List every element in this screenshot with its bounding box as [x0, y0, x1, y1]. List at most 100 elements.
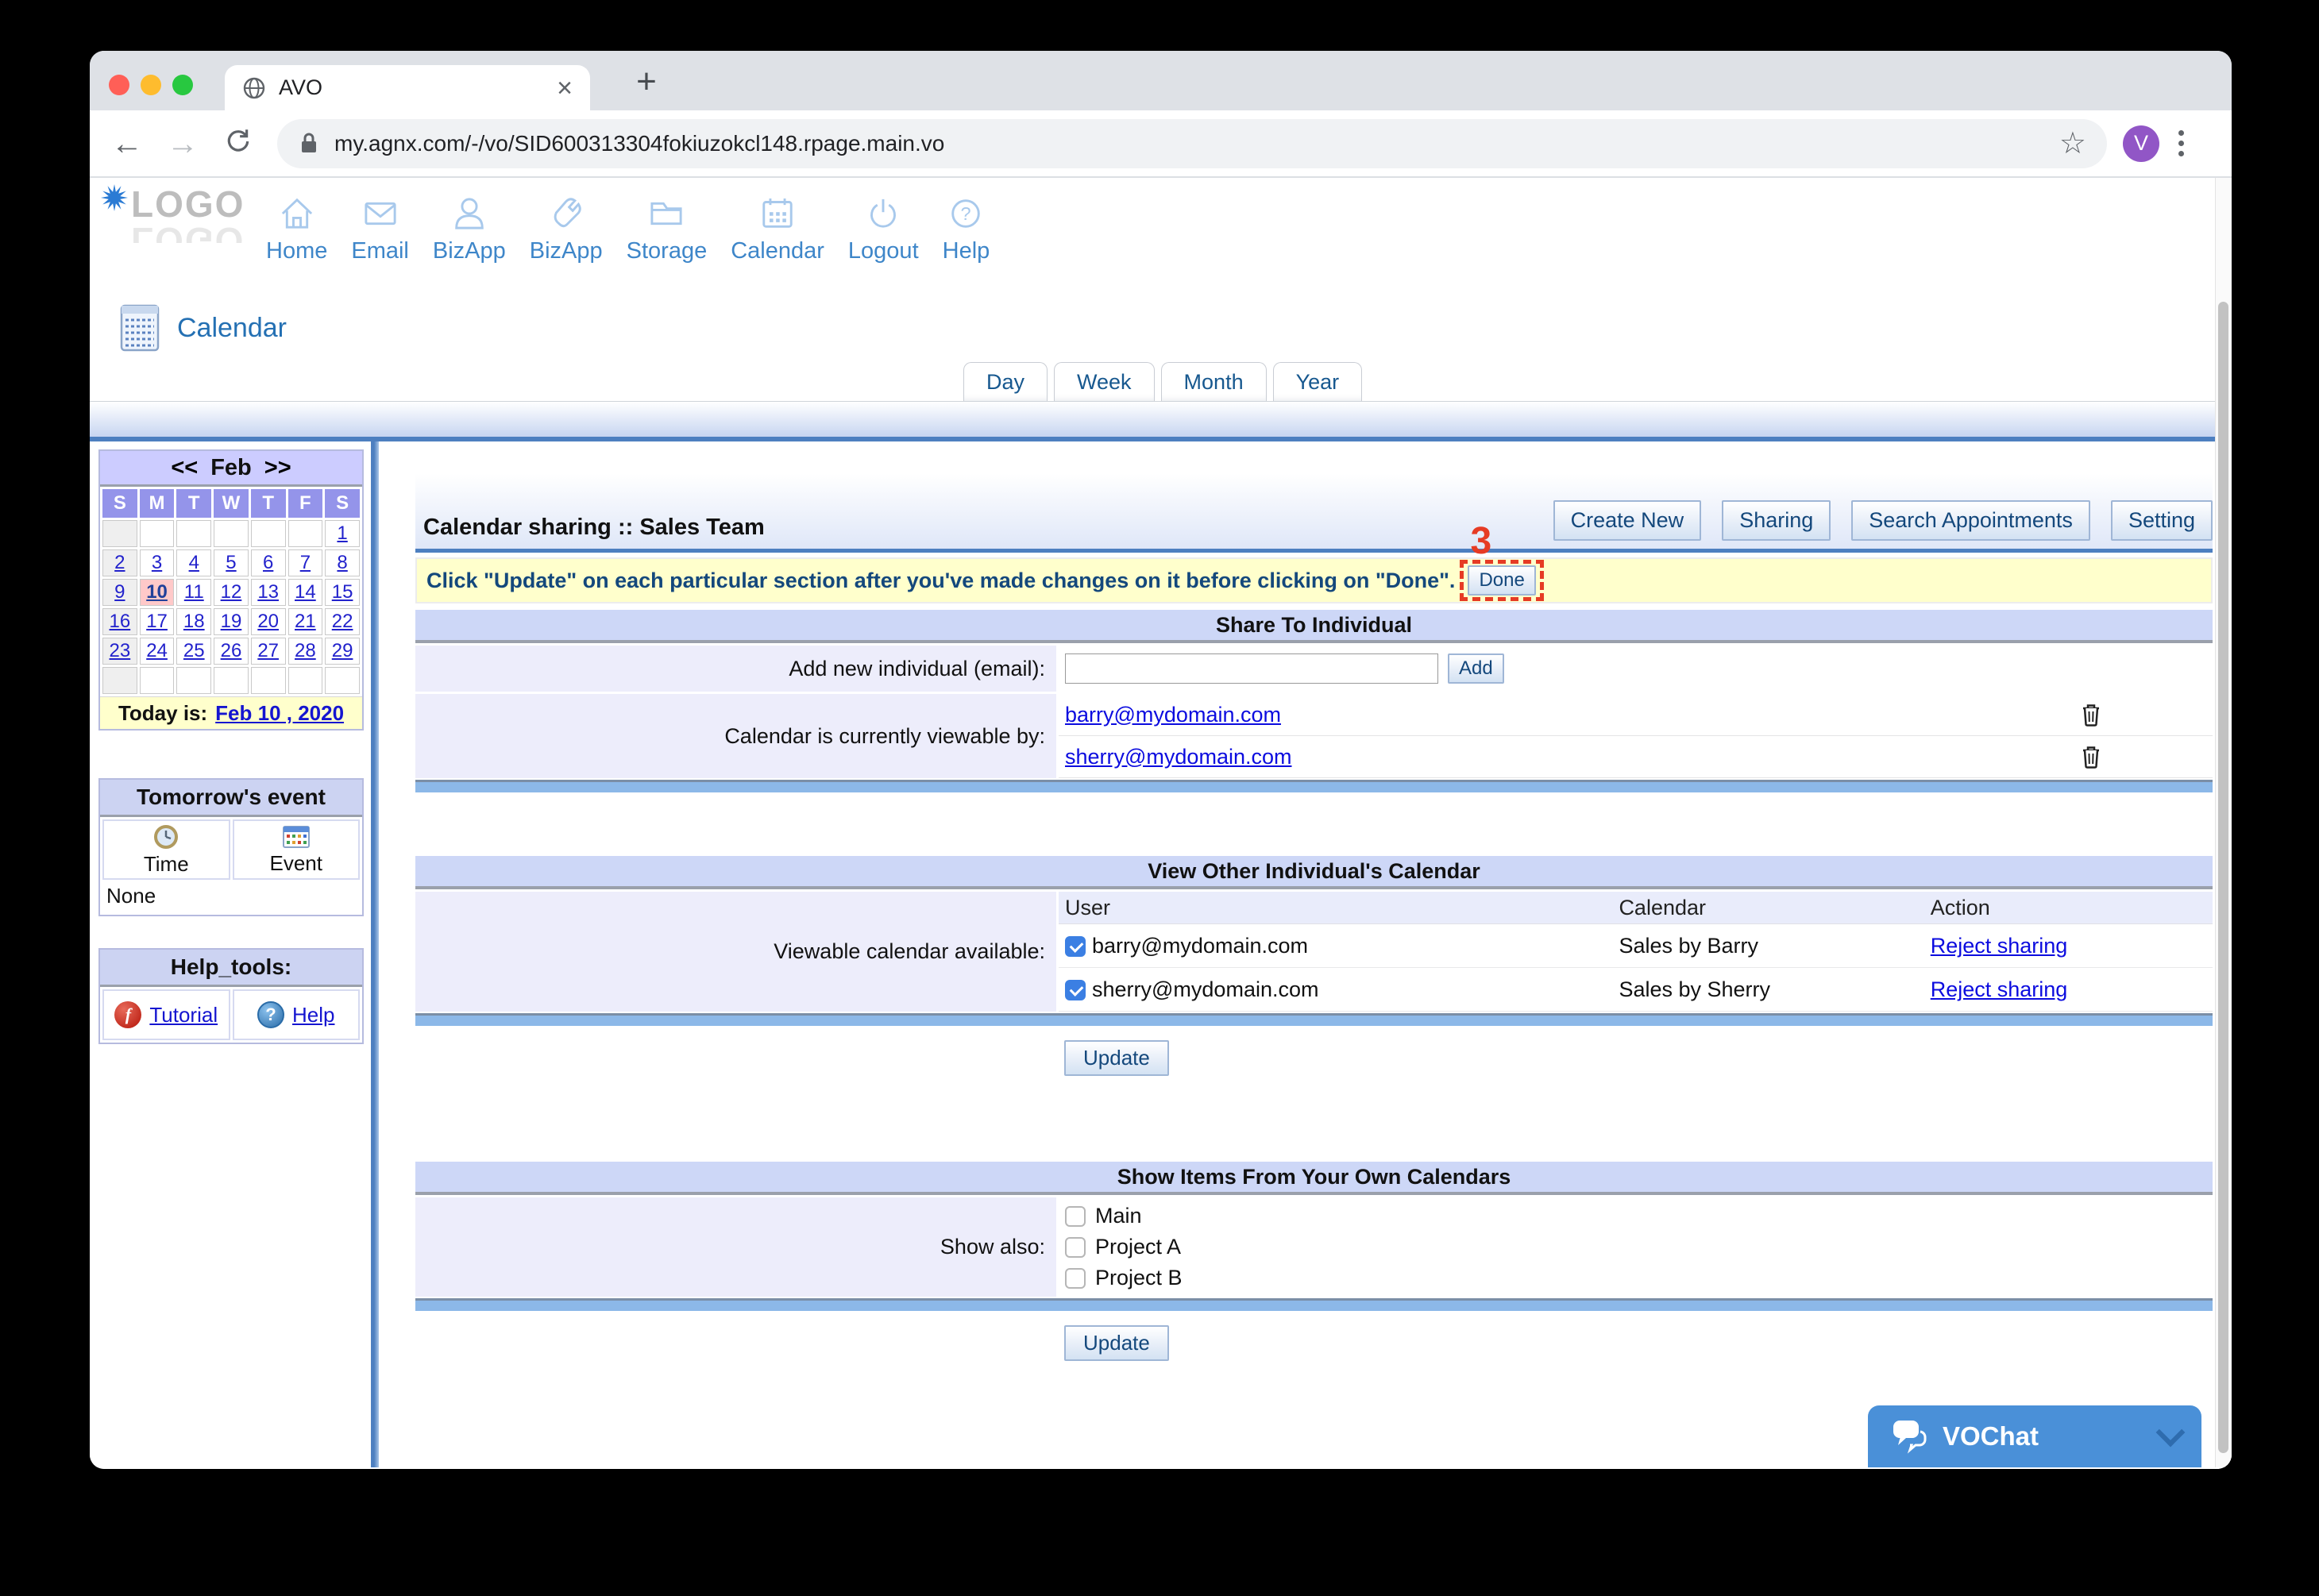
mini-calendar-day-cell: 6 [251, 549, 286, 576]
mini-calendar-day-cell: 13 [251, 579, 286, 606]
close-window-button[interactable] [109, 75, 129, 95]
scrollbar-thumb[interactable] [2218, 302, 2228, 1453]
mini-calendar-day-header: S [325, 489, 360, 518]
mini-calendar-day-link[interactable]: 8 [337, 552, 347, 573]
mini-calendar-day-link[interactable]: 28 [295, 640, 316, 661]
vochat-widget[interactable]: VOChat [1868, 1405, 2201, 1467]
nav-logout[interactable]: Logout [848, 191, 919, 264]
nav-help[interactable]: ? Help [943, 191, 990, 264]
mini-calendar-day-link[interactable]: 2 [114, 552, 125, 573]
mini-calendar-day-link[interactable]: 19 [221, 611, 242, 632]
tab-week[interactable]: Week [1054, 362, 1155, 401]
nav-storage[interactable]: Storage [627, 191, 708, 264]
mini-calendar-day-link[interactable]: 5 [226, 552, 236, 573]
browser-tab[interactable]: AVO × [225, 65, 590, 110]
viewer-row: barry@mydomain.com [1059, 694, 2213, 736]
mini-calendar-day-link[interactable]: 22 [332, 611, 353, 632]
mini-calendar-day-link[interactable]: 13 [257, 581, 279, 603]
mini-calendar-header: << Feb >> [100, 451, 362, 487]
email-icon [357, 191, 403, 237]
today-date-link[interactable]: Feb 10 , 2020 [215, 701, 344, 726]
own-calendar-option[interactable]: Project B [1065, 1266, 2213, 1290]
update-own-section-button[interactable]: Update [1064, 1325, 1169, 1361]
mini-calendar-day-link[interactable]: 25 [183, 640, 205, 661]
mini-calendar-day-link[interactable]: 15 [332, 581, 353, 603]
mini-calendar-day-link[interactable]: 10 [146, 581, 168, 603]
help-link[interactable]: Help [292, 1003, 334, 1027]
mini-calendar-day-link[interactable]: 18 [183, 611, 205, 632]
update-view-section-button[interactable]: Update [1064, 1040, 1169, 1076]
shared-calendar-checkbox[interactable] [1065, 980, 1086, 1000]
mini-calendar-day-link[interactable]: 12 [221, 581, 242, 603]
next-month-link[interactable]: >> [264, 455, 291, 481]
mini-calendar-day-link[interactable]: 23 [110, 640, 131, 661]
add-button[interactable]: Add [1448, 653, 1504, 684]
address-bar[interactable]: my.agnx.com/-/vo/SID600313304fokiuzokcl1… [277, 119, 2107, 168]
mini-calendar-day-link[interactable]: 4 [189, 552, 199, 573]
mini-calendar-day-cell: 20 [251, 608, 286, 635]
reject-sharing-link[interactable]: Reject sharing [1931, 934, 2068, 958]
mini-calendar-day-header: S [102, 489, 137, 518]
sharing-button[interactable]: Sharing [1722, 500, 1831, 541]
page-scrollbar[interactable] [2215, 178, 2232, 1467]
reject-sharing-link[interactable]: Reject sharing [1931, 977, 2068, 1001]
bookmark-star-icon[interactable]: ☆ [2059, 125, 2086, 161]
forward-button[interactable]: → [164, 128, 201, 160]
back-button[interactable]: ← [109, 128, 145, 160]
zoom-window-button[interactable] [172, 75, 193, 95]
done-button[interactable]: Done [1468, 565, 1535, 596]
mini-calendar-day-link[interactable]: 24 [146, 640, 168, 661]
new-tab-button[interactable]: + [627, 62, 666, 102]
mini-calendar-day-link[interactable]: 9 [114, 581, 125, 603]
tab-month[interactable]: Month [1161, 362, 1267, 401]
tutorial-link[interactable]: Tutorial [149, 1003, 218, 1027]
setting-button[interactable]: Setting [2111, 500, 2213, 541]
own-calendar-checkbox[interactable] [1065, 1268, 1086, 1289]
nav-profile[interactable]: BizApp [433, 191, 506, 264]
mini-calendar-day-link[interactable]: 17 [146, 611, 168, 632]
own-calendar-option[interactable]: Main [1065, 1204, 2213, 1228]
create-new-button[interactable]: Create New [1553, 500, 1702, 541]
add-email-input[interactable] [1065, 653, 1438, 684]
mini-calendar-day-link[interactable]: 21 [295, 611, 316, 632]
chevron-down-icon[interactable] [2156, 1418, 2186, 1448]
viewer-email-link[interactable]: sherry@mydomain.com [1065, 745, 1291, 769]
mini-calendar-day-link[interactable]: 3 [152, 552, 162, 573]
mini-calendar-day-link[interactable]: 26 [221, 640, 242, 661]
delete-viewer-icon[interactable] [2081, 745, 2101, 769]
mini-calendar-day-cell: 14 [288, 579, 323, 606]
tab-close-icon[interactable]: × [557, 75, 573, 102]
own-calendar-checkbox[interactable] [1065, 1206, 1086, 1227]
tab-year[interactable]: Year [1273, 362, 1363, 401]
month-label: Feb [210, 455, 252, 481]
nav-bizapp[interactable]: BizApp [530, 191, 603, 264]
mini-calendar-day-link[interactable]: 11 [184, 581, 204, 603]
mini-calendar-day-cell: 8 [325, 549, 360, 576]
mini-calendar-day-link[interactable]: 16 [110, 611, 131, 632]
mini-calendar-day-link[interactable]: 14 [295, 581, 316, 603]
minimize-window-button[interactable] [141, 75, 161, 95]
reload-button[interactable] [220, 127, 257, 160]
mini-calendar-day-link[interactable]: 27 [257, 640, 279, 661]
nav-home[interactable]: Home [266, 191, 327, 264]
viewer-email-link[interactable]: barry@mydomain.com [1065, 703, 1281, 727]
mini-calendar-day-link[interactable]: 20 [257, 611, 279, 632]
home-icon [274, 191, 320, 237]
mini-calendar-day-link[interactable]: 6 [263, 552, 273, 573]
own-calendar-checkbox[interactable] [1065, 1237, 1086, 1258]
profile-avatar[interactable]: V [2123, 125, 2159, 162]
own-calendar-option[interactable]: Project A [1065, 1235, 2213, 1259]
mini-calendar-day-link[interactable]: 7 [300, 552, 311, 573]
nav-email[interactable]: Email [351, 191, 409, 264]
delete-viewer-icon[interactable] [2081, 703, 2101, 727]
prev-month-link[interactable]: << [171, 455, 198, 481]
search-appointments-button[interactable]: Search Appointments [1851, 500, 2090, 541]
mini-calendar-day-link[interactable]: 1 [337, 522, 347, 544]
shared-calendar-checkbox[interactable] [1065, 936, 1086, 957]
clock-icon [152, 823, 179, 850]
browser-menu-icon[interactable] [2178, 130, 2184, 156]
nav-calendar[interactable]: Calendar [731, 191, 824, 264]
mini-calendar-day-link[interactable]: 29 [332, 640, 353, 661]
tab-day[interactable]: Day [963, 362, 1048, 401]
share-section-title: Share To Individual [415, 610, 2213, 643]
